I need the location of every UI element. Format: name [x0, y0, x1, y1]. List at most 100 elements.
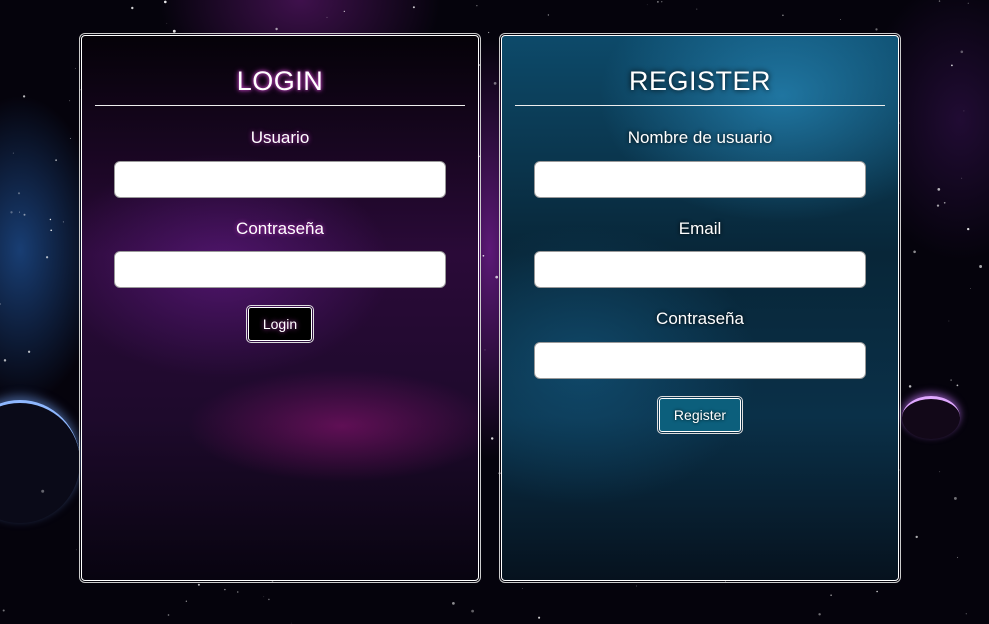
- star: [938, 0, 941, 2]
- register-password-label: Contraseña: [656, 309, 744, 328]
- star: [3, 359, 7, 362]
- star: [967, 227, 970, 231]
- star: [22, 95, 26, 98]
- register-button[interactable]: Register: [657, 396, 743, 434]
- star: [538, 616, 541, 619]
- username-label: Usuario: [250, 128, 310, 147]
- star: [782, 14, 784, 17]
- star: [956, 556, 959, 559]
- star: [661, 1, 663, 3]
- star: [657, 1, 659, 3]
- star: [17, 192, 21, 195]
- star: [74, 67, 76, 69]
- star: [493, 82, 497, 85]
- star: [452, 602, 455, 605]
- planet-decoration: [0, 400, 80, 523]
- register-email-input[interactable]: [534, 251, 866, 288]
- star: [965, 613, 967, 615]
- star: [484, 349, 486, 351]
- register-username-input[interactable]: [534, 161, 866, 198]
- star: [131, 6, 134, 10]
- star: [646, 4, 648, 6]
- star: [167, 614, 170, 616]
- star: [412, 6, 415, 9]
- star: [49, 218, 52, 221]
- star: [12, 152, 14, 154]
- star: [0, 303, 1, 305]
- register-username-label: Nombre de usuario: [627, 128, 773, 147]
- star: [172, 29, 176, 33]
- star: [521, 588, 523, 589]
- star: [50, 229, 53, 232]
- star: [951, 64, 953, 67]
- register-panel: REGISTER Nombre de usuario Email Contras…: [499, 33, 901, 583]
- star: [839, 19, 841, 20]
- star: [237, 591, 239, 593]
- star: [163, 0, 167, 4]
- star: [471, 609, 474, 613]
- star: [197, 583, 200, 586]
- star: [875, 28, 878, 31]
- star: [939, 471, 941, 473]
- star: [224, 588, 226, 591]
- star: [263, 596, 265, 598]
- star: [69, 137, 71, 139]
- register-password-input[interactable]: [534, 342, 866, 379]
- star: [18, 211, 20, 213]
- star: [950, 379, 952, 381]
- email-label: Email: [678, 219, 722, 238]
- star: [876, 590, 878, 593]
- login-title: LOGIN: [236, 66, 324, 96]
- login-panel: LOGIN Usuario Contraseña Login: [79, 33, 481, 583]
- star: [476, 5, 478, 7]
- star: [725, 581, 727, 582]
- star: [635, 585, 637, 587]
- star: [830, 594, 832, 596]
- divider: [515, 105, 885, 106]
- star: [326, 16, 328, 18]
- star: [696, 8, 698, 10]
- divider: [95, 105, 465, 106]
- star: [937, 188, 941, 191]
- register-title: REGISTER: [628, 66, 772, 96]
- star: [818, 613, 821, 616]
- star: [495, 275, 499, 279]
- star: [482, 254, 485, 257]
- star: [960, 50, 964, 54]
- star: [2, 609, 5, 612]
- star: [27, 350, 31, 353]
- star: [487, 31, 490, 34]
- star: [908, 385, 912, 388]
- star: [969, 287, 971, 289]
- password-label: Contraseña: [236, 219, 324, 238]
- star: [913, 250, 916, 254]
- login-password-input[interactable]: [114, 251, 446, 288]
- star: [961, 177, 963, 179]
- star: [948, 320, 950, 322]
- star: [23, 213, 26, 216]
- star: [967, 2, 969, 4]
- star: [166, 22, 168, 24]
- star: [547, 14, 550, 16]
- star: [343, 10, 345, 13]
- star: [45, 256, 49, 259]
- star: [275, 27, 278, 31]
- planet-decoration: [902, 396, 960, 439]
- login-button[interactable]: Login: [246, 305, 314, 343]
- star: [915, 535, 918, 539]
- star: [69, 100, 71, 102]
- star: [290, 622, 292, 624]
- star: [55, 159, 57, 162]
- star: [943, 201, 946, 204]
- star: [979, 265, 983, 268]
- star: [268, 598, 270, 601]
- star: [62, 221, 64, 223]
- star: [963, 110, 965, 112]
- star: [490, 437, 494, 440]
- star: [936, 204, 940, 207]
- star: [953, 496, 957, 500]
- star: [75, 549, 77, 551]
- star: [10, 211, 13, 214]
- star: [185, 600, 187, 602]
- login-username-input[interactable]: [114, 161, 446, 198]
